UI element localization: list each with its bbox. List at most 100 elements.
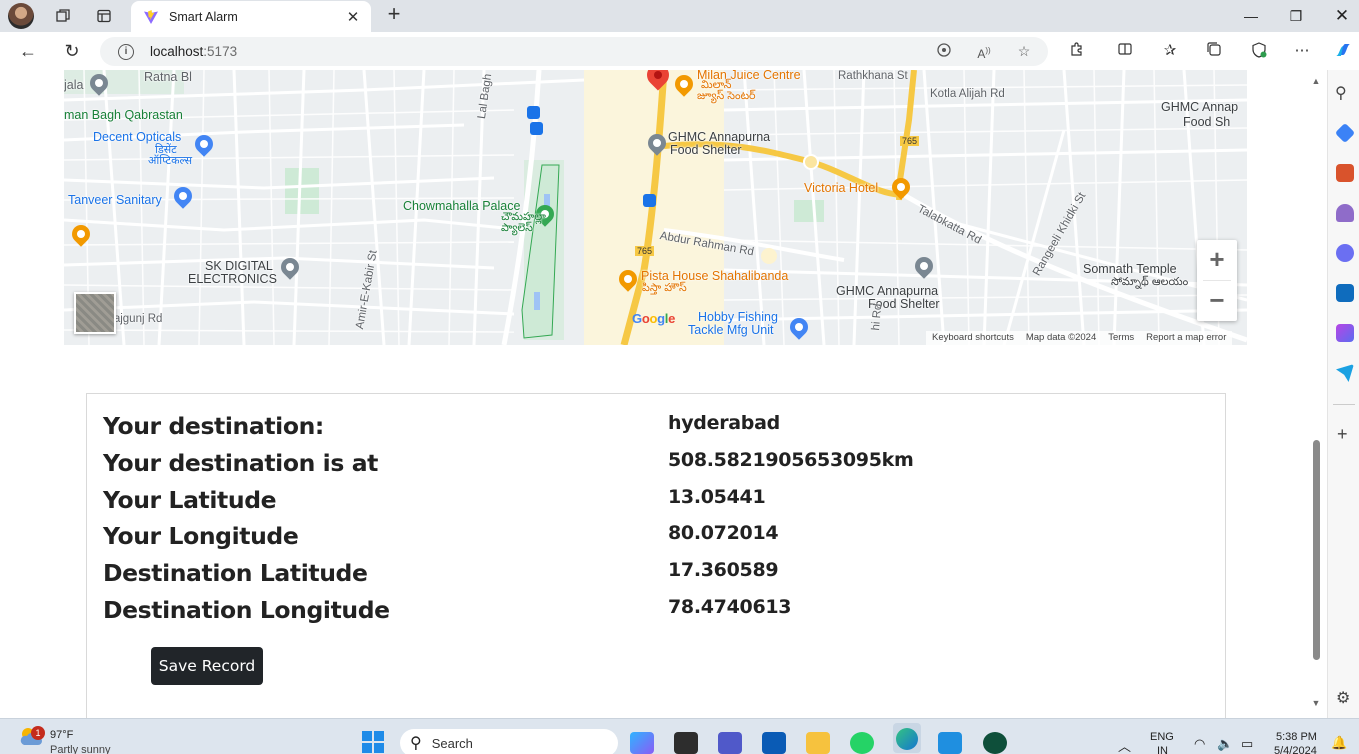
search-placeholder: Search <box>431 735 473 751</box>
copilot-icon[interactable] <box>1332 39 1356 63</box>
page-scrollbar[interactable]: ▲ ▼ <box>1306 70 1326 718</box>
m365-icon[interactable] <box>1336 244 1354 262</box>
notification-bell-icon[interactable]: 🔔 <box>1331 735 1347 751</box>
outlook-icon[interactable] <box>1336 284 1354 302</box>
copilot-app-icon[interactable] <box>630 732 654 754</box>
wifi-icon[interactable]: ◠ <box>1194 736 1205 752</box>
bus-stop-icon[interactable] <box>643 194 656 207</box>
games-icon[interactable] <box>1336 204 1354 222</box>
map-label: GHMC Annap <box>1161 100 1239 114</box>
map-label: hi Rd <box>870 303 885 332</box>
tab-smart-alarm[interactable]: Smart Alarm ✕ <box>131 1 371 32</box>
clock-time[interactable]: 5:38 PM <box>1276 731 1317 743</box>
zoom-out-button[interactable]: − <box>1197 281 1237 321</box>
vite-logo-icon <box>144 9 158 24</box>
shopping-tag-icon[interactable] <box>1334 122 1356 144</box>
address-text: localhost:5173 <box>150 44 238 59</box>
google-map[interactable]: Ratna Bl jala man Bagh Qabrastan Decent … <box>64 70 1247 345</box>
destination-longitude-label: Destination Longitude <box>103 596 390 624</box>
taskbar-search[interactable]: ⚲ Search <box>400 729 618 754</box>
weather-description[interactable]: Partly sunny <box>50 744 111 754</box>
minimize-button[interactable]: — <box>1229 4 1273 28</box>
scroll-thumb[interactable] <box>1313 440 1320 660</box>
save-record-button[interactable]: Save Record <box>151 647 263 685</box>
windows-start-icon[interactable] <box>362 731 384 753</box>
whatsapp-icon[interactable] <box>850 732 874 754</box>
terms-link[interactable]: Terms <box>1108 332 1134 344</box>
satellite-toggle[interactable] <box>74 292 116 334</box>
keyboard-shortcuts-link[interactable]: Keyboard shortcuts <box>932 332 1014 344</box>
map-label: ELECTRONICS <box>188 272 277 286</box>
map-label: జ్యూస్ సెంటర్ <box>697 90 756 102</box>
map-label: పిస్తా హౌస్ <box>642 282 687 294</box>
send-icon[interactable] <box>1336 364 1354 382</box>
bus-stop-icon[interactable] <box>527 106 540 119</box>
mongodb-icon[interactable] <box>983 732 1007 754</box>
edge-sidebar: ⚲ + ⚙ <box>1327 70 1359 718</box>
file-app-icon[interactable] <box>674 732 698 754</box>
map-label: jala <box>64 78 84 92</box>
close-window-button[interactable]: ✕ <box>1320 4 1359 28</box>
zoom-in-button[interactable]: + <box>1197 240 1237 280</box>
workspaces-icon[interactable] <box>50 4 76 28</box>
chevron-up-icon[interactable]: ︿ <box>1118 736 1131 754</box>
report-map-error-link[interactable]: Report a map error <box>1146 332 1226 344</box>
clock-date[interactable]: 5/4/2024 <box>1274 745 1317 754</box>
vscode-icon[interactable] <box>938 732 962 754</box>
browser-essentials-icon[interactable] <box>1249 41 1269 61</box>
profile-avatar[interactable] <box>8 3 34 29</box>
tools-icon[interactable] <box>1336 164 1354 182</box>
tab-title: Smart Alarm <box>169 9 238 24</box>
page-viewport: Ratna Bl jala man Bagh Qabrastan Decent … <box>0 70 1327 718</box>
zoom-controls: + − <box>1197 240 1237 321</box>
file-explorer-icon[interactable] <box>806 732 830 754</box>
longitude-label: Your Longitude <box>103 522 299 550</box>
favorite-star-icon[interactable]: ☆ <box>1015 42 1033 60</box>
edge-active-app-icon[interactable] <box>893 723 921 753</box>
tab-close-icon[interactable]: ✕ <box>343 8 363 26</box>
search-icon[interactable]: ⚲ <box>1335 83 1347 103</box>
back-button[interactable]: ← <box>16 40 40 62</box>
scroll-down-arrow-icon[interactable]: ▼ <box>1311 698 1321 708</box>
map-label: man Bagh Qabrastan <box>64 108 183 122</box>
collections-icon[interactable] <box>1204 41 1224 61</box>
new-tab-button[interactable]: + <box>383 3 405 26</box>
destination-label: Your destination: <box>103 412 324 440</box>
teams-icon[interactable] <box>718 732 742 754</box>
distance-label: Your destination is at <box>103 449 378 477</box>
favorites-icon[interactable]: ✰ <box>1160 41 1180 61</box>
settings-gear-icon[interactable]: ⚙ <box>1336 688 1350 708</box>
map-label: GHMC Annapurna <box>836 284 939 298</box>
map-label: SK DIGITAL <box>205 259 273 273</box>
location-icon[interactable] <box>935 42 953 60</box>
weather-temperature[interactable]: 97°F <box>50 729 73 741</box>
scroll-up-arrow-icon[interactable]: ▲ <box>1311 76 1321 86</box>
add-sidebar-icon[interactable]: + <box>1337 424 1348 445</box>
destination-longitude-value: 78.4740613 <box>668 596 792 618</box>
more-menu-icon[interactable]: ⋯ <box>1292 41 1312 61</box>
language-region[interactable]: IN <box>1157 745 1168 754</box>
read-aloud-icon[interactable]: A)) <box>975 42 993 61</box>
destination-value: hyderabad <box>668 412 780 434</box>
store-icon[interactable] <box>762 732 786 754</box>
info-row: Destination Longitude 78.4740613 <box>103 596 1203 632</box>
split-screen-icon[interactable] <box>1115 41 1135 61</box>
search-icon: ⚲ <box>410 735 422 752</box>
destination-latitude-value: 17.360589 <box>668 559 779 581</box>
info-row: Destination Latitude 17.360589 <box>103 559 1203 595</box>
map-label: rajgunj Rd <box>110 313 163 325</box>
refresh-button[interactable]: ↻ <box>60 40 84 62</box>
language-indicator[interactable]: ENG <box>1150 731 1174 743</box>
map-label: Pista House Shahalibanda <box>641 269 789 283</box>
extensions-icon[interactable] <box>1067 41 1087 61</box>
site-info-icon[interactable]: i <box>118 43 134 60</box>
restore-button[interactable]: ❐ <box>1274 4 1318 28</box>
battery-icon[interactable]: ▭ <box>1241 736 1253 752</box>
info-row: Your Longitude 80.072014 <box>103 522 1203 558</box>
address-bar[interactable]: i localhost:5173 A)) ☆ <box>100 37 1048 66</box>
browser-tab-bar: Smart Alarm ✕ + — ❐ ✕ <box>0 0 1359 32</box>
designer-icon[interactable] <box>1336 324 1354 342</box>
tab-actions-icon[interactable] <box>91 4 117 28</box>
bus-stop-icon[interactable] <box>530 122 543 135</box>
volume-icon[interactable]: 🔈 <box>1217 736 1233 752</box>
